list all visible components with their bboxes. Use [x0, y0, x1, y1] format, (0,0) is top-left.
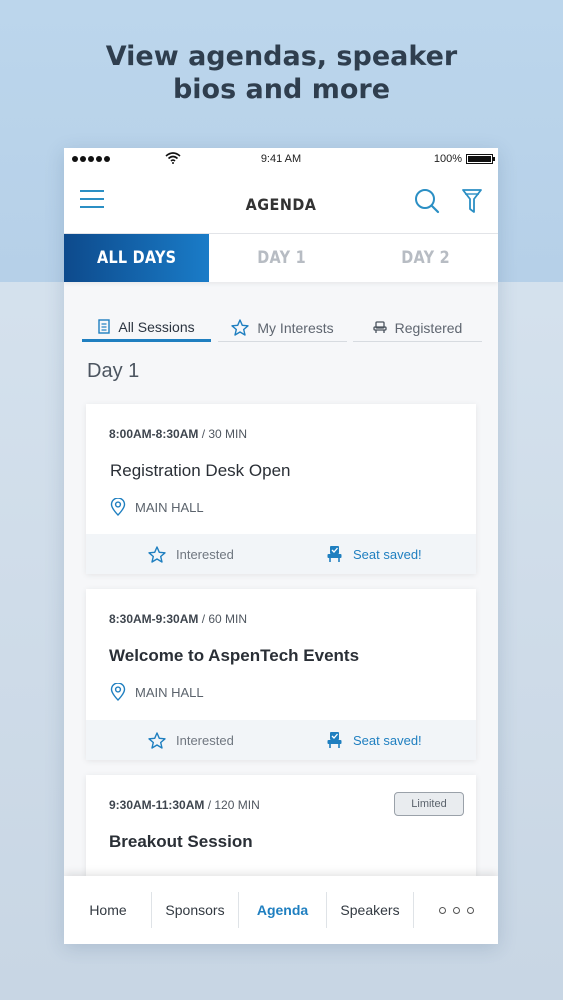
seat-saved-icon: [327, 732, 342, 748]
tab-day-2[interactable]: DAY 2: [354, 234, 498, 282]
more-menu-icon[interactable]: [414, 876, 498, 944]
subtab-all-sessions-label: All Sessions: [118, 318, 195, 335]
subtab-my-interests-label: My Interests: [257, 319, 334, 336]
session-location: MAIN HALL: [110, 498, 204, 516]
session-title: Registration Desk Open: [110, 461, 291, 480]
session-location-label: MAIN HALL: [135, 499, 204, 515]
nav-speakers[interactable]: Speakers: [327, 876, 413, 944]
session-card[interactable]: 8:00AM-8:30AM / 30 MIN Registration Desk…: [86, 404, 476, 574]
session-filter-tabs: All Sessions My Interests Registered: [82, 314, 482, 342]
nav-home[interactable]: Home: [64, 876, 152, 944]
interested-button[interactable]: Interested: [148, 720, 234, 760]
headline-line-1: View agendas, speaker: [105, 41, 458, 72]
session-time-range: 8:00AM-8:30AM: [109, 427, 199, 441]
session-actions: Interested Seat saved!: [86, 534, 476, 574]
star-icon: [148, 545, 166, 563]
headline-line-2: bios and more: [172, 74, 391, 105]
interested-button[interactable]: Interested: [148, 534, 234, 574]
tab-day-2-label: DAY 2: [401, 248, 451, 268]
subtab-my-interests[interactable]: My Interests: [218, 314, 347, 342]
tab-all-days-label: ALL DAYS: [96, 248, 177, 268]
search-icon[interactable]: [414, 188, 440, 214]
tab-all-days[interactable]: ALL DAYS: [64, 234, 209, 282]
session-location-label: MAIN HALL: [135, 684, 204, 700]
session-time: 8:30AM-9:30AM / 60 MIN: [109, 612, 247, 626]
session-card[interactable]: 8:30AM-9:30AM / 60 MIN Welcome to AspenT…: [86, 589, 476, 760]
seat-icon: [372, 321, 387, 333]
session-time-range: 8:30AM-9:30AM: [109, 612, 199, 626]
star-icon: [231, 319, 250, 336]
session-title: Breakout Session: [109, 832, 253, 851]
nav-bar: AGENDA: [64, 170, 498, 234]
interested-label: Interested: [176, 732, 234, 748]
seat-saved-button[interactable]: Seat saved!: [326, 534, 422, 574]
subtab-all-sessions[interactable]: All Sessions: [82, 314, 211, 342]
session-title: Welcome to AspenTech Events: [109, 646, 360, 665]
session-actions: Interested Seat saved!: [86, 720, 476, 760]
nav-agenda[interactable]: Agenda: [239, 876, 326, 944]
day-tabs: ALL DAYS DAY 1 DAY 2: [64, 234, 498, 282]
seat-saved-label: Seat saved!: [353, 546, 422, 562]
star-icon: [148, 731, 166, 749]
location-pin-icon: [110, 683, 126, 701]
battery-percent: 100%: [433, 153, 462, 165]
day-heading: Day 1: [87, 360, 140, 382]
session-time-range: 9:30AM-11:30AM: [109, 798, 205, 812]
session-time: 9:30AM-11:30AM / 120 MIN: [109, 798, 260, 812]
tab-day-1[interactable]: DAY 1: [209, 234, 354, 282]
battery-icon: [466, 154, 495, 164]
subtab-registered-label: Registered: [394, 319, 463, 336]
seat-saved-label: Seat saved!: [353, 732, 422, 748]
session-duration: / 120 MIN: [207, 798, 260, 812]
filter-icon[interactable]: [461, 187, 483, 215]
interested-label: Interested: [176, 546, 234, 562]
nav-sponsors[interactable]: Sponsors: [152, 876, 238, 944]
session-duration: / 60 MIN: [201, 612, 248, 626]
status-bar: 9:41 AM 100%: [64, 148, 498, 170]
seat-saved-button[interactable]: Seat saved!: [326, 720, 422, 760]
limited-badge: Limited: [394, 792, 464, 816]
location-pin-icon: [110, 498, 126, 516]
tab-day-1-label: DAY 1: [257, 248, 306, 268]
seat-saved-icon: [327, 546, 342, 562]
subtab-registered[interactable]: Registered: [353, 314, 482, 342]
session-duration: / 30 MIN: [201, 427, 248, 441]
promo-headline: View agendas, speaker bios and more: [0, 40, 563, 106]
session-time: 8:00AM-8:30AM / 30 MIN: [109, 427, 247, 441]
session-location: MAIN HALL: [110, 683, 204, 701]
document-icon: [98, 319, 111, 334]
phone-screen: 9:41 AM 100% AGENDA ALL DAYS DAY 1 DAY 2: [64, 148, 498, 944]
bottom-nav: Home Sponsors Agenda Speakers: [64, 876, 498, 944]
